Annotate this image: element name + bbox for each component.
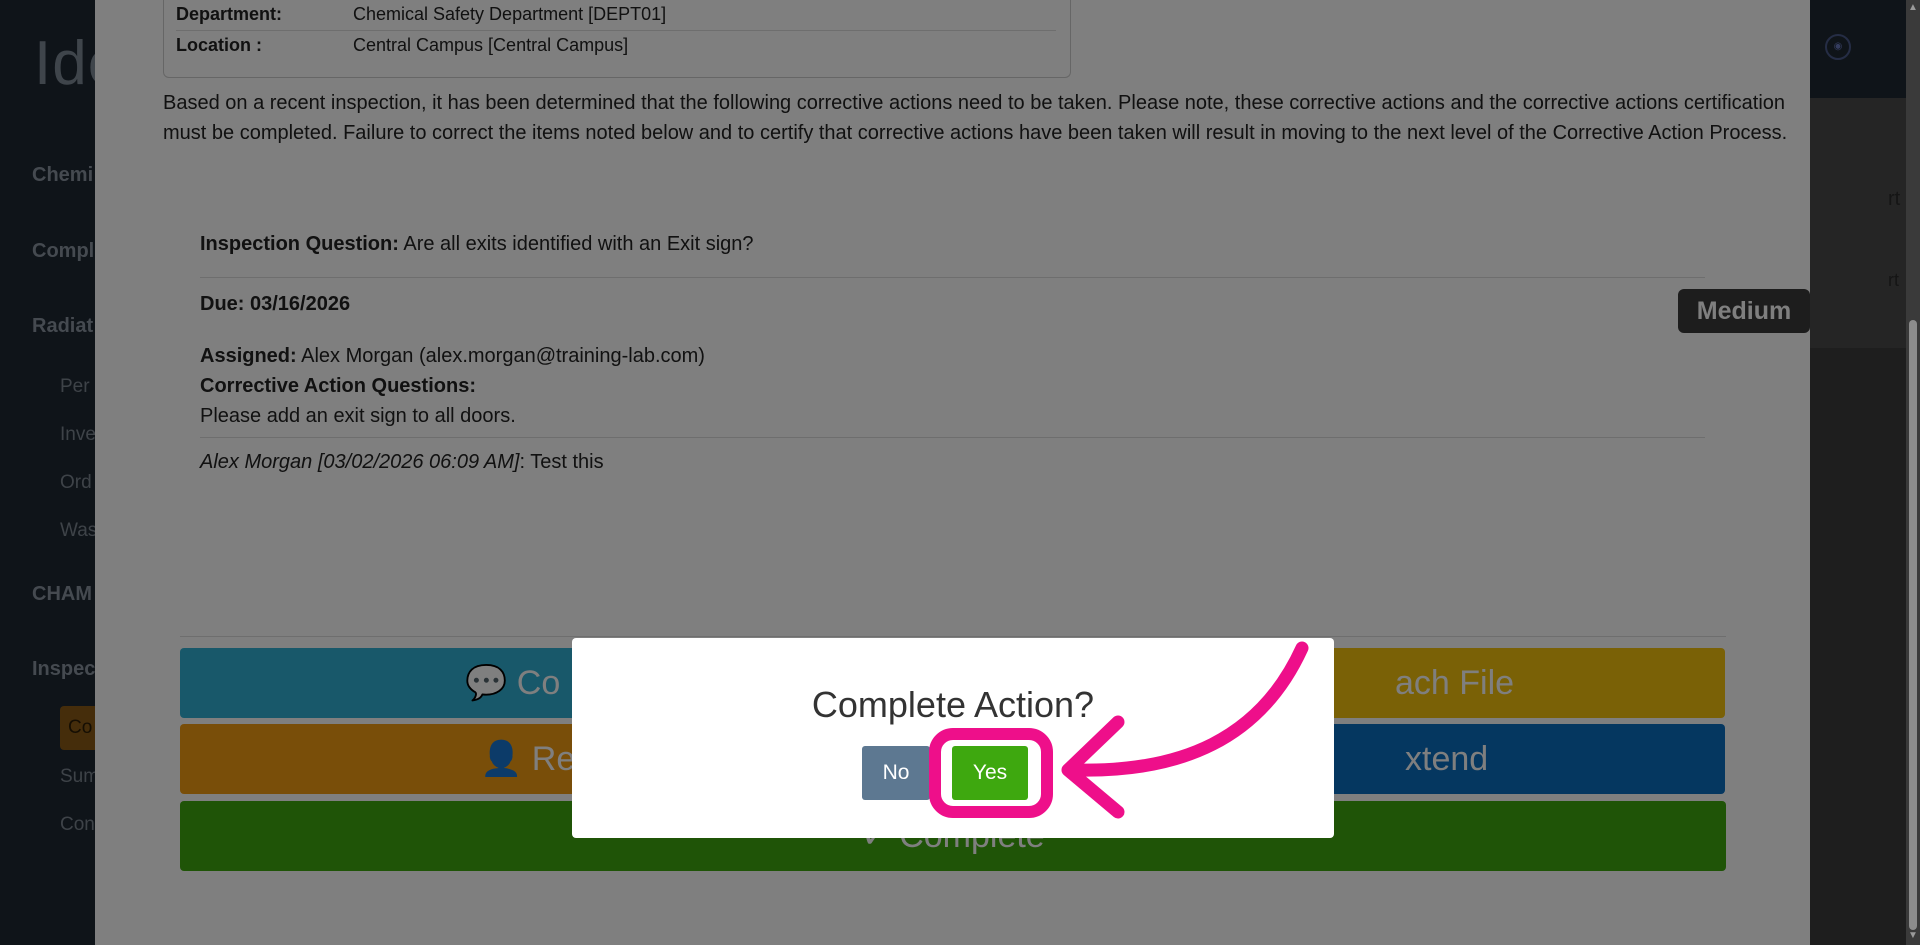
- pointer-arrow-icon: [1061, 641, 1309, 819]
